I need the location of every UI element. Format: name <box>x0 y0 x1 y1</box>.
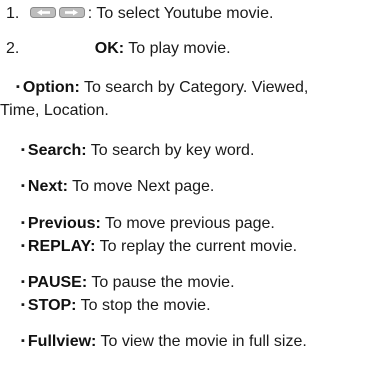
item-description: To move previous page. <box>100 215 275 232</box>
item-description: To replay the current movie. <box>95 238 298 255</box>
item-key: Fullview: <box>27 333 97 350</box>
item-key: Next: <box>27 178 68 195</box>
list-item-pause: ▪ PAUSE: To pause the movie. <box>21 272 235 293</box>
item-number: 1. <box>6 5 20 22</box>
item-key: REPLAY: <box>27 238 96 255</box>
item-description: To view the movie in full size. <box>96 333 307 350</box>
bullet-icon: ▪ <box>16 81 20 93</box>
item-description: To search by key word. <box>86 142 255 159</box>
bullet-icon: ▪ <box>21 217 25 229</box>
list-item-ok: 2. OK: To play movie. <box>6 39 231 59</box>
list-item-replay: ▪ REPLAY: To replay the current movie. <box>21 236 297 257</box>
item-description: To stop the movie. <box>76 297 211 314</box>
list-item-next: ▪ Next: To move Next page. <box>21 176 214 197</box>
bullet-icon: ▪ <box>21 335 25 347</box>
list-item-option: ▪ Option: To search by Category. Viewed, <box>16 77 308 98</box>
item-key: Search: <box>27 142 87 159</box>
item-key: Option: <box>22 79 80 96</box>
list-item-fullview: ▪ Fullview: To view the movie in full siz… <box>21 331 307 352</box>
item-description: Time, Location. <box>0 102 109 119</box>
list-item-option-continued: Time, Location. <box>0 101 109 121</box>
list-item-previous: ▪ Previous: To move previous page. <box>21 213 275 234</box>
list-item-select: 1. : To select Youtube movie. <box>6 4 273 24</box>
item-key: STOP: <box>27 297 77 314</box>
item-description: To move Next page. <box>67 178 215 195</box>
item-key: Previous: <box>27 215 101 232</box>
item-number: 2. <box>6 40 20 57</box>
item-description: : To select Youtube movie. <box>87 5 274 22</box>
bullet-icon: ▪ <box>21 180 25 192</box>
instruction-list: 1. : To select Youtube movie. 2. OK: To … <box>0 0 383 377</box>
item-description: To pause the movie. <box>87 274 235 291</box>
bullet-icon: ▪ <box>21 144 25 156</box>
item-description: To search by Category. Viewed, <box>79 79 309 96</box>
left-arrow-key-icon <box>29 7 56 18</box>
bullet-icon: ▪ <box>21 276 25 288</box>
bullet-icon: ▪ <box>21 299 25 311</box>
bullet-icon: ▪ <box>21 240 25 252</box>
right-arrow-key-icon <box>58 7 85 18</box>
item-description: To play movie. <box>124 40 231 57</box>
item-key: OK: <box>94 40 125 57</box>
list-item-search: ▪ Search: To search by key word. <box>21 140 254 161</box>
list-item-stop: ▪ STOP: To stop the movie. <box>21 295 211 316</box>
item-key: PAUSE: <box>27 274 88 291</box>
